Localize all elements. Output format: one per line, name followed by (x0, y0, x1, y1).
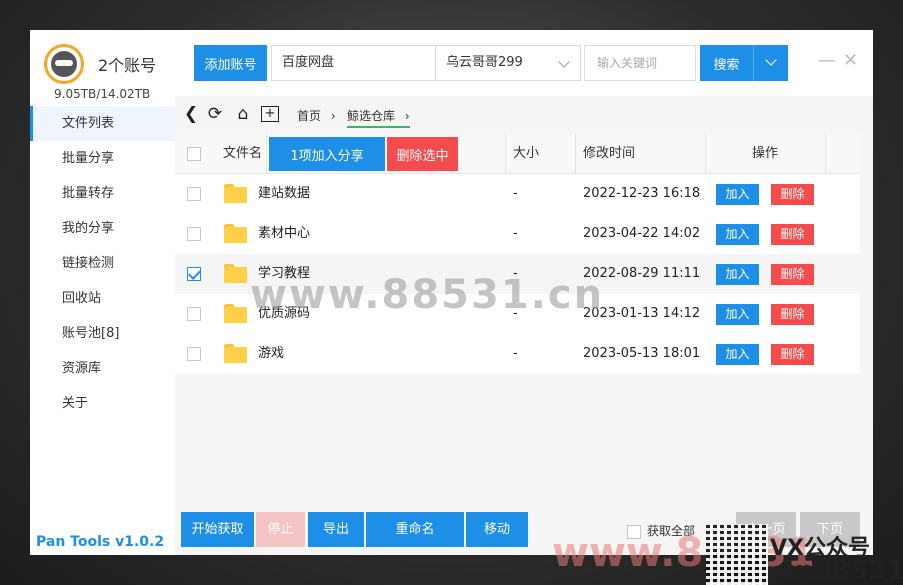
delete-button[interactable]: 删除 (771, 264, 814, 285)
breadcrumb-home-label: 首页 (297, 109, 322, 123)
file-modified: 2023-04-22 14:02 (583, 226, 701, 241)
new-folder-icon[interactable]: + (261, 106, 279, 122)
chevron-right-icon: › (404, 109, 410, 123)
column-divider (705, 134, 706, 174)
file-size: - (513, 186, 518, 201)
folder-icon (224, 224, 247, 243)
file-panel: ❮ ⟳ ⌂ + 首页 › 鲸选仓库 › 文件名 1项加入分享 删除选中 大小 修… (175, 96, 873, 555)
breadcrumb-current[interactable]: 鲸选仓库 › (347, 107, 410, 128)
column-divider (575, 134, 576, 174)
header-size: 大小 (513, 146, 540, 161)
disk-select-value: 百度网盘 (282, 55, 335, 70)
row-checkbox[interactable] (187, 267, 201, 281)
row-checkbox[interactable] (187, 347, 201, 361)
row-checkbox[interactable] (187, 187, 201, 201)
add-to-share-button[interactable]: 1项加入分享 (269, 137, 385, 171)
file-name[interactable]: 游戏 (258, 334, 284, 374)
file-name[interactable]: 建站数据 (258, 174, 310, 214)
row-checkbox[interactable] (187, 227, 201, 241)
watermark-text: www.88531.cn (250, 272, 605, 318)
sidebar-item-account-pool[interactable]: 账号池[8] (30, 316, 175, 351)
search-button[interactable]: 搜索 (700, 45, 753, 81)
move-button[interactable]: 移动 (466, 512, 528, 547)
add-button[interactable]: 加入 (716, 344, 759, 365)
table-header: 文件名 1项加入分享 删除选中 大小 修改时间 操作 (175, 134, 860, 174)
sidebar-nav: 文件列表 批量分享 批量转存 我的分享 链接检测 回收站 账号池[8] 资源库 … (30, 106, 175, 421)
folder-icon (224, 344, 247, 363)
sidebar-item-file-list[interactable]: 文件列表 (30, 106, 175, 141)
sidebar: 2个账号 9.05TB/14.02TB 文件列表 批量分享 批量转存 我的分享 … (30, 30, 175, 555)
sidebar-item-batch-share[interactable]: 批量分享 (30, 141, 175, 176)
select-all-checkbox[interactable] (187, 147, 201, 161)
delete-button[interactable]: 删除 (771, 344, 814, 365)
search-placeholder: 输入关键词 (597, 56, 658, 70)
delete-selected-button[interactable]: 删除选中 (387, 137, 458, 171)
account-select[interactable]: 乌云哥哥299 (435, 45, 581, 81)
app-logo (44, 44, 84, 84)
breadcrumb-current-label: 鲸选仓库 (347, 109, 396, 123)
sidebar-item-batch-transfer[interactable]: 批量转存 (30, 176, 175, 211)
folder-icon (224, 264, 247, 283)
add-account-button[interactable]: 添加账号 (194, 45, 267, 81)
qr-code-overlay (706, 524, 768, 585)
sidebar-item-recycle-bin[interactable]: 回收站 (30, 281, 175, 316)
search-options-button[interactable] (753, 45, 788, 81)
table-row[interactable]: 游戏 - 2023-05-13 18:01 加入 删除 (175, 334, 860, 374)
file-size: - (513, 226, 518, 241)
sidebar-item-resource-library[interactable]: 资源库 (30, 351, 175, 386)
stop-button[interactable]: 停止 (256, 512, 305, 547)
table-row[interactable]: 素材中心 - 2023-04-22 14:02 加入 删除 (175, 214, 860, 254)
file-toolbar: ❮ ⟳ ⌂ + 首页 › 鲸选仓库 › (175, 96, 873, 134)
add-button[interactable]: 加入 (716, 304, 759, 325)
column-divider (825, 134, 826, 174)
start-fetch-button[interactable]: 开始获取 (181, 512, 254, 547)
header-name: 文件名 (223, 146, 263, 161)
delete-button[interactable]: 删除 (771, 224, 814, 245)
file-size: - (513, 346, 518, 361)
disk-select[interactable]: 百度网盘 (271, 45, 458, 81)
table-row[interactable]: 建站数据 - 2022-12-23 16:18 加入 删除 (175, 174, 860, 214)
delete-button[interactable]: 删除 (771, 304, 814, 325)
file-name[interactable]: 素材中心 (258, 214, 310, 254)
logo-icon (51, 51, 77, 77)
sidebar-item-link-check[interactable]: 链接检测 (30, 246, 175, 281)
add-button[interactable]: 加入 (716, 264, 759, 285)
header-actions: 操作 (752, 146, 779, 161)
refresh-icon[interactable]: ⟳ (205, 104, 225, 124)
minimize-icon[interactable]: — (818, 50, 836, 71)
account-select-value: 乌云哥哥299 (446, 55, 523, 70)
storage-usage: 9.05TB/14.02TB (54, 87, 151, 101)
search-input[interactable]: 输入关键词 (584, 45, 696, 81)
row-checkbox[interactable] (187, 307, 201, 321)
version-label: Pan Tools v1.0.2 (36, 534, 165, 550)
file-table: 文件名 1项加入分享 删除选中 大小 修改时间 操作 建站数据 - 2022-1… (175, 134, 860, 374)
chevron-down-icon (558, 56, 570, 68)
home-icon[interactable]: ⌂ (233, 104, 253, 124)
sidebar-item-about[interactable]: 关于 (30, 386, 175, 421)
file-modified: 2022-12-23 16:18 (583, 186, 701, 201)
header-modified: 修改时间 (583, 146, 636, 161)
close-icon[interactable]: ✕ (843, 50, 858, 71)
sidebar-item-my-shares[interactable]: 我的分享 (30, 211, 175, 246)
add-button[interactable]: 加入 (716, 184, 759, 205)
add-button[interactable]: 加入 (716, 224, 759, 245)
file-modified: 2023-05-13 18:01 (583, 346, 701, 361)
overlay-cn: cn88531 (780, 556, 903, 585)
delete-button[interactable]: 删除 (771, 184, 814, 205)
folder-icon (224, 184, 247, 203)
column-divider (266, 134, 267, 174)
chevron-right-icon: › (330, 109, 336, 123)
account-title: 2个账号 (98, 56, 157, 75)
export-button[interactable]: 导出 (308, 512, 364, 547)
column-divider (505, 134, 506, 174)
breadcrumb-home[interactable]: 首页 › (297, 107, 336, 124)
folder-icon (224, 304, 247, 323)
chevron-down-icon (765, 54, 777, 66)
rename-button[interactable]: 重命名 (366, 512, 464, 547)
back-icon[interactable]: ❮ (181, 104, 201, 124)
